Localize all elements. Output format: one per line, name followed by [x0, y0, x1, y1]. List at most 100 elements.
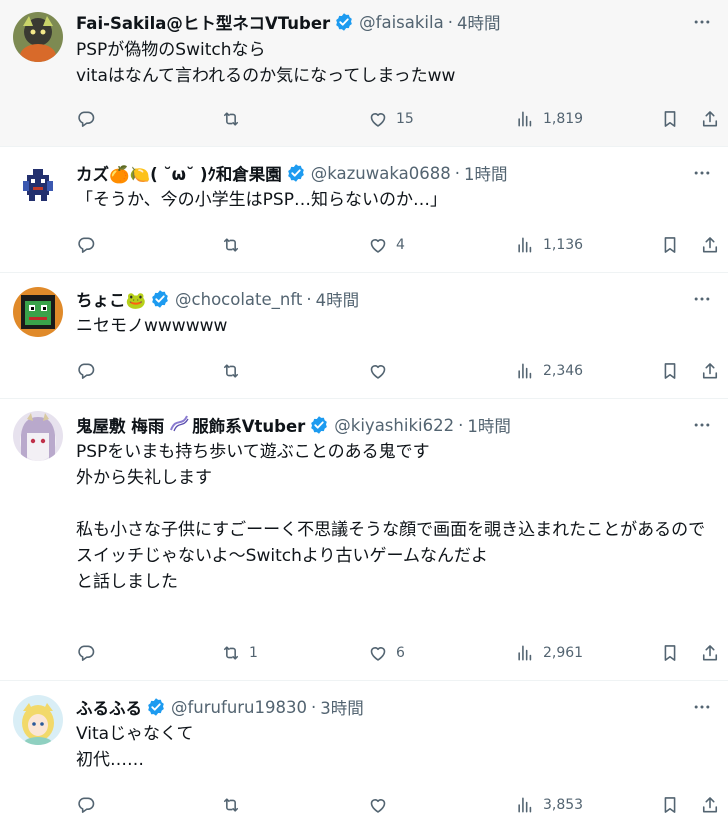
- verified-badge-icon: [286, 163, 306, 183]
- like-button[interactable]: 15: [368, 107, 414, 131]
- separator: ·: [454, 163, 460, 183]
- bookmark-button[interactable]: [660, 793, 680, 817]
- tweet[interactable]: Fai-Sakila@ヒト型ネコVTuber @faisakila · 4時間 …: [0, 0, 728, 147]
- like-button[interactable]: 4: [368, 233, 405, 257]
- author-handle[interactable]: @faisakila: [359, 13, 444, 32]
- author-name[interactable]: カズ🍊🍋( ˘ω˘ )ｸ和倉果園: [76, 161, 282, 185]
- bookmark-icon: [660, 361, 680, 381]
- tweet[interactable]: ふるふる @furufuru19830 · 3時間 Vitaじゃなくて 初代………: [0, 681, 728, 821]
- avatar[interactable]: [13, 161, 63, 211]
- bookmark-icon: [660, 235, 680, 255]
- retweet-icon: [221, 109, 241, 129]
- view-count: 3,853: [543, 797, 584, 813]
- retweet-button[interactable]: [221, 359, 249, 383]
- tweet[interactable]: 鬼屋敷 梅雨 服飾系Vtuber @kiyashiki622 · 1時間 PSP…: [0, 399, 728, 681]
- like-button[interactable]: [368, 793, 396, 817]
- thread-spool-icon: [168, 413, 190, 437]
- separator: ·: [447, 12, 453, 32]
- timestamp[interactable]: 1時間: [464, 161, 508, 185]
- author-handle[interactable]: @chocolate_nft: [175, 290, 302, 309]
- share-button[interactable]: [700, 233, 720, 257]
- like-count: 4: [396, 237, 405, 253]
- share-icon: [700, 109, 720, 129]
- timestamp[interactable]: 1時間: [467, 413, 511, 437]
- separator: ·: [311, 697, 317, 717]
- reply-button[interactable]: [76, 793, 104, 817]
- reply-icon: [76, 643, 96, 663]
- author-name[interactable]: ふるふる: [76, 695, 142, 719]
- bookmark-button[interactable]: [660, 641, 680, 665]
- timestamp[interactable]: 4時間: [457, 10, 501, 34]
- share-button[interactable]: [700, 107, 720, 131]
- views-button[interactable]: 2,346: [515, 359, 583, 383]
- tweet-text: PSPをいまも持ち歩いて遊ぶことのある鬼です 外から失礼します 私も小さな子供に…: [76, 442, 706, 592]
- views-icon: [515, 109, 535, 129]
- reply-icon: [76, 235, 96, 255]
- share-button[interactable]: [700, 359, 720, 383]
- avatar[interactable]: [13, 411, 63, 461]
- reply-button[interactable]: [76, 359, 104, 383]
- author-name-suffix[interactable]: 服飾系Vtuber: [192, 413, 305, 437]
- reply-icon: [76, 361, 96, 381]
- more-icon[interactable]: [690, 161, 714, 185]
- avatar[interactable]: [13, 12, 63, 62]
- view-count: 2,961: [543, 645, 584, 661]
- bookmark-button[interactable]: [660, 359, 680, 383]
- timestamp[interactable]: 4時間: [316, 287, 360, 311]
- view-count: 1,136: [543, 237, 584, 253]
- retweet-button[interactable]: [221, 793, 249, 817]
- author-handle[interactable]: @kiyashiki622: [334, 416, 454, 435]
- avatar[interactable]: [13, 287, 63, 337]
- views-button[interactable]: 2,961: [515, 641, 583, 665]
- reply-icon: [76, 109, 96, 129]
- share-icon: [700, 795, 720, 815]
- view-count: 1,819: [543, 111, 584, 127]
- views-icon: [515, 361, 535, 381]
- tweet[interactable]: カズ🍊🍋( ˘ω˘ )ｸ和倉果園 @kazuwaka0688 · 1時間 「そう…: [0, 147, 728, 273]
- reply-icon: [76, 795, 96, 815]
- bookmark-button[interactable]: [660, 233, 680, 257]
- like-icon: [368, 361, 388, 381]
- tweet-text: 「そうか、今の小学生はPSP…知らないのか…」: [76, 190, 447, 210]
- avatar[interactable]: [13, 695, 63, 745]
- views-icon: [515, 795, 535, 815]
- author-name[interactable]: Fai-Sakila@ヒト型ネコVTuber: [76, 10, 330, 34]
- like-button[interactable]: [368, 359, 396, 383]
- retweet-button[interactable]: [221, 107, 249, 131]
- views-button[interactable]: 1,819: [515, 107, 583, 131]
- bookmark-icon: [660, 109, 680, 129]
- views-button[interactable]: 1,136: [515, 233, 583, 257]
- more-icon[interactable]: [690, 10, 714, 34]
- views-icon: [515, 643, 535, 663]
- author-handle[interactable]: @furufuru19830: [171, 698, 307, 717]
- views-button[interactable]: 3,853: [515, 793, 583, 817]
- like-icon: [368, 643, 388, 663]
- retweet-button[interactable]: 1: [221, 641, 258, 665]
- reply-button[interactable]: [76, 233, 104, 257]
- bookmark-icon: [660, 643, 680, 663]
- share-icon: [700, 643, 720, 663]
- separator: ·: [458, 415, 464, 435]
- author-handle[interactable]: @kazuwaka0688: [311, 164, 451, 183]
- verified-badge-icon: [309, 415, 329, 435]
- bookmark-button[interactable]: [660, 107, 680, 131]
- timestamp[interactable]: 3時間: [320, 695, 364, 719]
- retweet-button[interactable]: [221, 233, 249, 257]
- like-icon: [368, 109, 388, 129]
- verified-badge-icon: [150, 289, 170, 309]
- author-name[interactable]: ちょこ🐸: [76, 287, 146, 311]
- share-button[interactable]: [700, 641, 720, 665]
- like-button[interactable]: 6: [368, 641, 405, 665]
- reply-button[interactable]: [76, 107, 104, 131]
- tweet[interactable]: ちょこ🐸 @chocolate_nft · 4時間 ニセモノwwwwww 2,3…: [0, 273, 728, 399]
- share-icon: [700, 235, 720, 255]
- tweet-text: Vitaじゃなくて 初代……: [76, 724, 194, 770]
- author-name[interactable]: 鬼屋敷 梅雨: [76, 413, 164, 437]
- more-icon[interactable]: [690, 695, 714, 719]
- retweet-count: 1: [249, 645, 258, 661]
- more-icon[interactable]: [690, 413, 714, 437]
- more-icon[interactable]: [690, 287, 714, 311]
- share-button[interactable]: [700, 793, 720, 817]
- tweet-text: ニセモノwwwwww: [76, 316, 228, 336]
- reply-button[interactable]: [76, 641, 104, 665]
